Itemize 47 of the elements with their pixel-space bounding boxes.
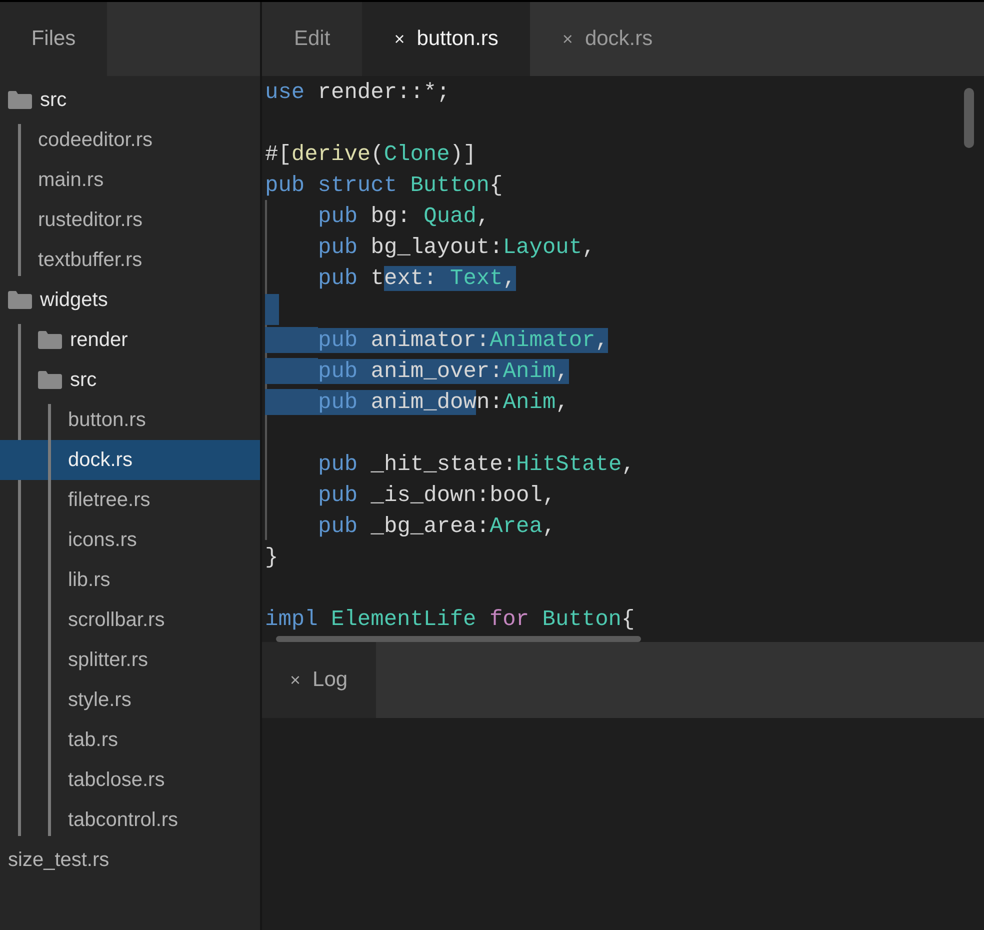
folder-icon bbox=[38, 371, 62, 389]
code-line: pub bg_layout:Layout, bbox=[317, 234, 596, 262]
file-item[interactable]: tabcontrol.rs bbox=[0, 800, 260, 840]
close-icon[interactable]: × bbox=[562, 26, 573, 52]
file-item[interactable]: lib.rs bbox=[0, 560, 260, 600]
folder-item[interactable]: src bbox=[0, 360, 260, 400]
horizontal-scrollbar[interactable] bbox=[276, 636, 641, 642]
file-item[interactable]: dock.rs bbox=[0, 440, 260, 480]
file-item[interactable]: main.rs bbox=[0, 160, 260, 200]
code-line: pub anim_over:Anim, bbox=[262, 356, 569, 387]
code-line: pub _is_down:bool, bbox=[317, 482, 556, 510]
code-line: pub anim_down:Anim, bbox=[262, 387, 569, 418]
code-line: impl ElementLife for Button{ bbox=[264, 606, 635, 634]
file-item[interactable]: splitter.rs bbox=[0, 640, 260, 680]
file-item[interactable]: tabclose.rs bbox=[0, 760, 260, 800]
file-item[interactable]: textbuffer.rs bbox=[0, 240, 260, 280]
code-line: pub animator:Animator, bbox=[262, 325, 608, 356]
file-item[interactable]: filetree.rs bbox=[0, 480, 260, 520]
close-icon[interactable]: × bbox=[290, 666, 301, 694]
file-item[interactable]: size_test.rs bbox=[0, 840, 260, 880]
code-line: use render::*; bbox=[264, 79, 450, 107]
file-item[interactable]: scrollbar.rs bbox=[0, 600, 260, 640]
folder-item[interactable]: render bbox=[0, 320, 260, 360]
folder-icon bbox=[8, 91, 32, 109]
folder-icon bbox=[38, 331, 62, 349]
file-item[interactable]: rusteditor.rs bbox=[0, 200, 260, 240]
code-line: pub bg: Quad, bbox=[317, 203, 490, 231]
file-item[interactable]: icons.rs bbox=[0, 520, 260, 560]
folder-item[interactable]: widgets bbox=[0, 280, 260, 320]
code-line: #[derive(Clone)] bbox=[264, 141, 476, 169]
close-icon[interactable]: × bbox=[394, 26, 405, 52]
code-line: pub struct Button{ bbox=[264, 172, 503, 200]
tab[interactable]: Edit bbox=[262, 2, 362, 76]
file-item[interactable]: style.rs bbox=[0, 680, 260, 720]
code-line: pub _bg_area:Area, bbox=[317, 513, 556, 541]
tab[interactable]: × Log bbox=[262, 642, 376, 718]
folder-icon bbox=[8, 291, 32, 309]
file-item[interactable]: button.rs bbox=[0, 400, 260, 440]
tab[interactable]: Files bbox=[0, 2, 107, 76]
code-line: pub text: Text, bbox=[317, 265, 516, 293]
code-line: } bbox=[264, 544, 278, 572]
folder-item[interactable]: src bbox=[0, 80, 260, 120]
code-line: pub _hit_state:HitState, bbox=[317, 451, 635, 479]
tab[interactable]: × button.rs bbox=[362, 2, 530, 76]
vertical-scrollbar[interactable] bbox=[964, 88, 974, 148]
file-item[interactable]: tab.rs bbox=[0, 720, 260, 760]
file-item[interactable]: codeeditor.rs bbox=[0, 120, 260, 160]
